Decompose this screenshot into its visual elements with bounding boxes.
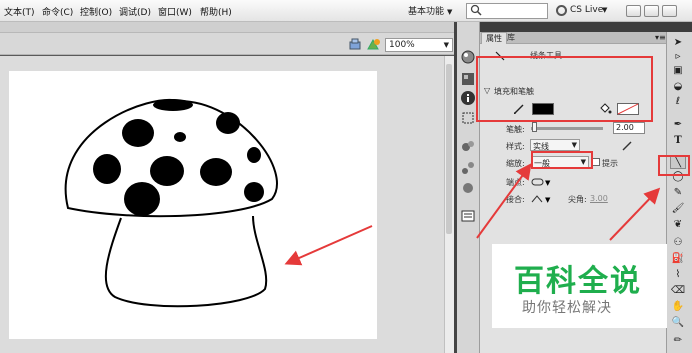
watermark-subtitle: 助你轻松解决 xyxy=(522,300,612,316)
arrow-to-line-tool xyxy=(609,187,661,241)
watermark-title: 百科全说 xyxy=(514,264,642,299)
arrow-to-scale xyxy=(476,163,532,239)
arrow-to-mushroom xyxy=(284,225,373,266)
